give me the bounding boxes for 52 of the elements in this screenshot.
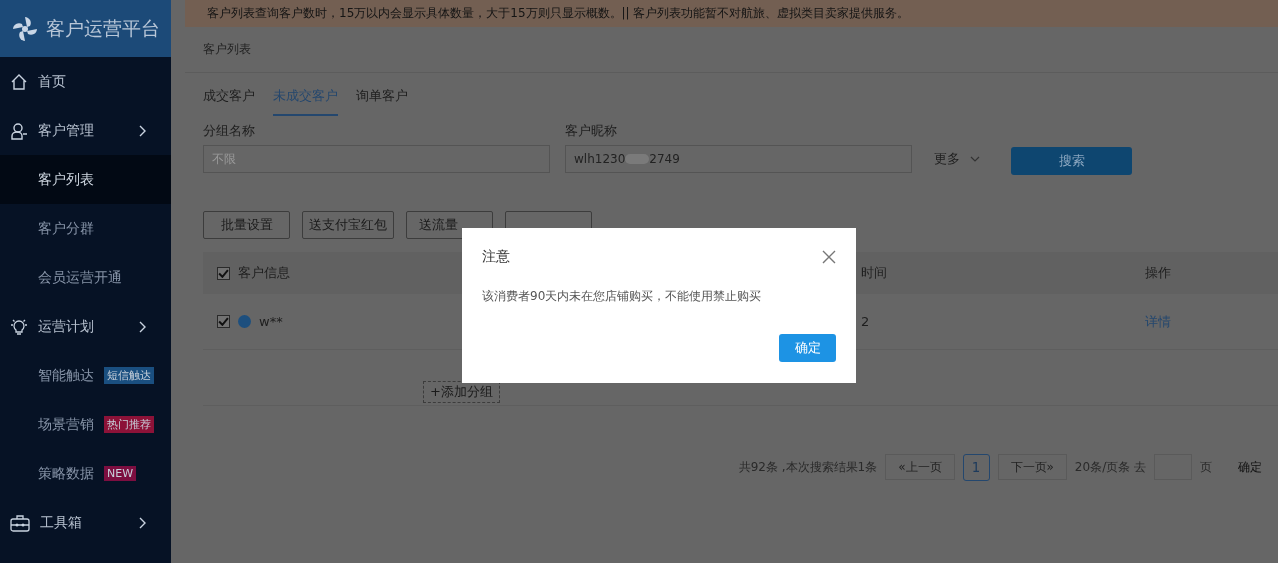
tab[interactable]: 成交客户	[203, 87, 255, 114]
go-button[interactable]: 确定	[1232, 457, 1268, 477]
menu-badge: 短信触达	[104, 367, 154, 384]
dialog-message: 该消费者90天内未在您店铺购买，不能使用禁止购买	[482, 288, 763, 305]
table-cell: 2	[861, 314, 870, 329]
page-size-label: 20条/页条 去	[1074, 458, 1146, 476]
sidebar-subitem[interactable]: 客户列表	[0, 155, 171, 204]
page-button[interactable]: 1	[962, 453, 990, 481]
confirm-button[interactable]: 确定	[779, 334, 836, 362]
more-dropdown[interactable]: 更多	[934, 145, 980, 173]
sidebar-item[interactable]: 运营计划	[0, 302, 171, 351]
page-unit: 页	[1200, 458, 1212, 476]
chevron-down-icon	[970, 156, 980, 162]
sidebar-item[interactable]: 首页	[0, 57, 171, 106]
tab[interactable]: 询单客户	[356, 87, 408, 114]
menu-badge: 热门推荐	[104, 416, 154, 433]
action-button[interactable]: 批量设置	[203, 211, 290, 239]
column-header: 时间	[861, 265, 887, 280]
avatar-icon	[238, 315, 251, 328]
search-button[interactable]: 搜索	[1011, 147, 1132, 175]
breadcrumb: 客户列表	[203, 41, 251, 58]
checkbox[interactable]	[217, 266, 230, 280]
sidebar-subitem[interactable]: 场景营销 热门推荐	[0, 400, 171, 449]
column-header: 操作	[1145, 265, 1171, 280]
dialog-title: 注意	[482, 248, 510, 266]
sidebar-subitem[interactable]: 策略数据 NEW	[0, 449, 171, 498]
field-label: 客户昵称	[565, 122, 618, 140]
input-field[interactable]: wlh1230 2749	[565, 145, 912, 173]
column-header: 客户信息	[238, 264, 290, 282]
sidebar-item[interactable]: 客户管理	[0, 106, 171, 155]
details-link[interactable]: 详情	[1145, 313, 1171, 329]
field-label: 分组名称	[203, 122, 256, 140]
sidebar-item[interactable]: 工具箱	[0, 498, 171, 547]
action-button[interactable]: 送支付宝红包	[302, 211, 394, 239]
notice-banner: 客户列表查询客户数时，15万以内会显示具体数量，大于15万则只显示概数。|| 客户列表功能暂不对航旅、虚拟类目卖家提供服务。	[185, 0, 1278, 27]
chevron-right-icon	[139, 124, 147, 137]
add-group-button[interactable]: +添加分组	[423, 381, 500, 403]
sidebar-subitem[interactable]: 智能触达 短信触达	[0, 351, 171, 400]
chevron-right-icon	[139, 320, 147, 333]
tab[interactable]: 未成交客户	[273, 87, 338, 116]
sidebar-subitem[interactable]: 会员运营开通	[0, 253, 171, 302]
checkbox[interactable]	[217, 315, 230, 328]
sidebar-subitem[interactable]: 客户分群	[0, 204, 171, 253]
toolbox-icon	[10, 513, 30, 532]
lightbulb-icon	[10, 317, 28, 336]
home-icon	[10, 72, 28, 91]
menu-badge: NEW	[104, 466, 137, 481]
user-icon	[10, 121, 28, 140]
app-title: 客户运营平台	[46, 15, 160, 41]
table-cell: w**	[259, 314, 283, 329]
fan-icon	[12, 15, 38, 42]
close-icon[interactable]	[822, 250, 836, 264]
